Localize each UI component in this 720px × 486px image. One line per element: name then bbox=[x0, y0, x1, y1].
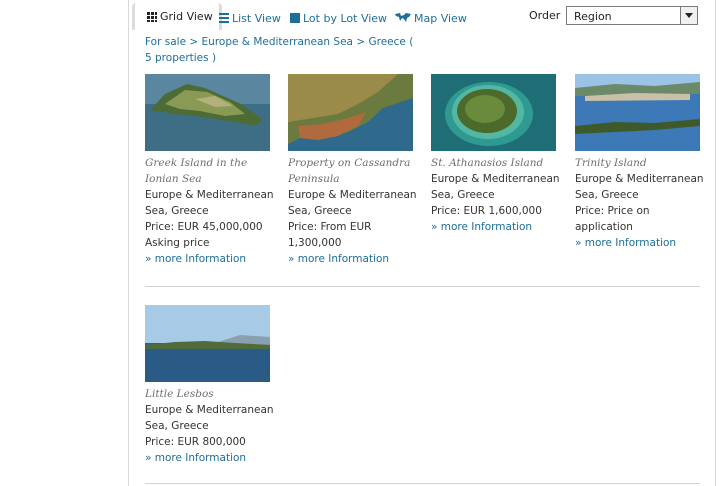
tab-grid-view[interactable]: Grid View bbox=[132, 3, 222, 30]
property-location: Europe & Mediterranean Sea, Greece bbox=[145, 404, 274, 432]
tab-lot-by-lot-view-label: Lot by Lot View bbox=[303, 11, 388, 25]
property-price: Price: EUR 1,600,000 bbox=[431, 205, 542, 217]
grid-icon bbox=[147, 11, 157, 22]
property-price: Price: From EUR 1,300,000 bbox=[288, 221, 372, 249]
breadcrumb-separator: > bbox=[356, 36, 366, 48]
property-location: Europe & Mediterranean Sea, Greece bbox=[145, 189, 274, 217]
property-card: Greek Island in the Ionian Sea Europe & … bbox=[145, 74, 275, 267]
order-select-value: Region bbox=[574, 10, 612, 23]
breadcrumb-region[interactable]: Europe & Mediterranean Sea bbox=[202, 36, 353, 48]
property-image[interactable] bbox=[145, 74, 270, 151]
property-title[interactable]: Little Lesbos bbox=[145, 386, 275, 402]
property-price: Price: EUR 45,000,000 Asking price bbox=[145, 221, 263, 249]
tab-lot-by-lot-view[interactable]: Lot by Lot View bbox=[290, 9, 387, 27]
row-divider bbox=[145, 286, 700, 287]
property-price: Price: Price on application bbox=[575, 205, 650, 233]
more-information-link[interactable]: » more Information bbox=[145, 450, 275, 466]
more-information-link[interactable]: » more Information bbox=[288, 251, 418, 267]
property-card: Little Lesbos Europe & Mediterranean Sea… bbox=[145, 305, 275, 466]
property-card: Property on Cassandra Peninsula Europe &… bbox=[288, 74, 418, 267]
breadcrumb-separator: > bbox=[189, 36, 199, 48]
more-information-link[interactable]: » more Information bbox=[145, 251, 275, 267]
tab-list-view[interactable]: List View bbox=[219, 9, 281, 27]
square-icon bbox=[290, 13, 300, 23]
tab-grid-view-label: Grid View bbox=[160, 10, 213, 23]
property-title[interactable]: Property on Cassandra Peninsula bbox=[288, 155, 418, 187]
more-information-link[interactable]: » more Information bbox=[431, 219, 561, 235]
more-information-link[interactable]: » more Information bbox=[575, 235, 705, 251]
property-title[interactable]: Trinity Island bbox=[575, 155, 705, 171]
list-icon bbox=[219, 13, 229, 23]
property-location: Europe & Mediterranean Sea, Greece bbox=[288, 189, 417, 217]
property-card: Trinity Island Europe & Mediterranean Se… bbox=[575, 74, 705, 251]
breadcrumb-country[interactable]: Greece bbox=[368, 36, 405, 48]
breadcrumb: For sale > Europe & Mediterranean Sea > … bbox=[145, 34, 415, 66]
tab-map-view[interactable]: Map View bbox=[395, 9, 467, 27]
map-icon bbox=[395, 13, 411, 23]
property-price: Price: EUR 800,000 bbox=[145, 436, 246, 448]
property-title[interactable]: Greek Island in the Ionian Sea bbox=[145, 155, 275, 187]
left-border bbox=[128, 0, 129, 486]
breadcrumb-for-sale[interactable]: For sale bbox=[145, 36, 186, 48]
property-title[interactable]: St. Athanasios Island bbox=[431, 155, 561, 171]
property-image[interactable] bbox=[288, 74, 413, 151]
property-card: St. Athanasios Island Europe & Mediterra… bbox=[431, 74, 561, 235]
order-select[interactable]: Region bbox=[566, 6, 698, 25]
tab-list-view-label: List View bbox=[232, 11, 281, 25]
row-divider bbox=[145, 483, 700, 484]
tab-map-view-label: Map View bbox=[414, 11, 467, 25]
chevron-down-icon[interactable] bbox=[680, 7, 697, 24]
property-image[interactable] bbox=[575, 74, 700, 151]
order-label: Order bbox=[529, 9, 561, 22]
property-location: Europe & Mediterranean Sea, Greece bbox=[575, 173, 704, 201]
right-border bbox=[715, 0, 716, 486]
property-location: Europe & Mediterranean Sea, Greece bbox=[431, 173, 560, 201]
property-image[interactable] bbox=[431, 74, 556, 151]
view-toolbar: Grid View List View Lot by Lot View Map … bbox=[131, 0, 715, 34]
property-image[interactable] bbox=[145, 305, 270, 382]
